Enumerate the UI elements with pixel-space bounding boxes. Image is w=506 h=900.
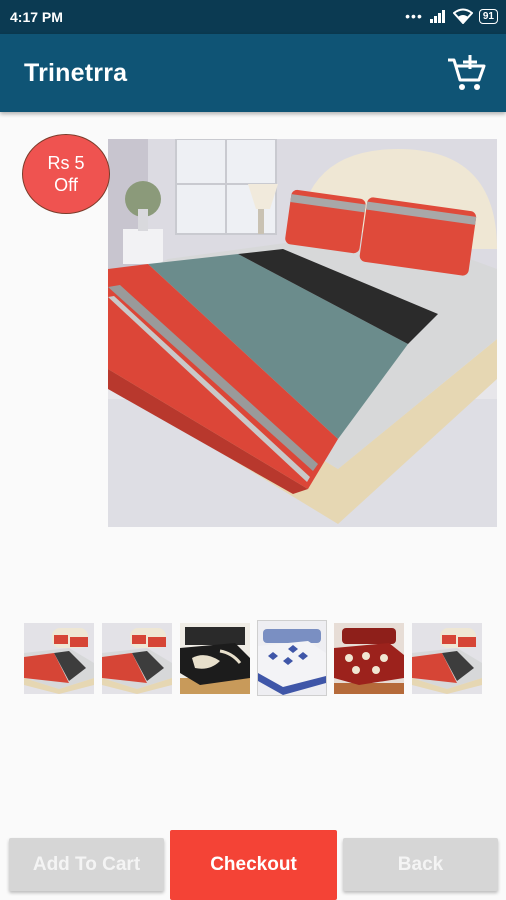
thumbnail-2[interactable] — [102, 623, 172, 694]
thumbnail-4[interactable] — [257, 620, 327, 696]
discount-badge: Rs 5 Off — [22, 134, 110, 214]
battery-level: 91 — [482, 10, 494, 22]
thumbnail-5[interactable] — [334, 623, 404, 694]
add-shopping-cart-icon[interactable] — [446, 54, 486, 92]
app-bar: Trinetrra — [0, 34, 506, 112]
add-to-cart-button[interactable]: Add To Cart — [9, 838, 164, 891]
discount-amount: Rs 5 — [47, 153, 85, 173]
product-main-image — [108, 139, 497, 527]
app-title: Trinetrra — [24, 59, 128, 87]
status-bar: 4:17 PM ••• 91 — [0, 0, 506, 34]
thumbnail-strip — [24, 620, 484, 696]
signal-icon — [429, 10, 445, 23]
more-dots-icon: ••• — [405, 8, 423, 24]
back-button[interactable]: Back — [343, 838, 498, 891]
checkout-button[interactable]: Checkout — [170, 830, 337, 900]
discount-off-label: Off — [54, 175, 78, 195]
thumbnail-1[interactable] — [24, 623, 94, 694]
thumbnail-3[interactable] — [180, 623, 250, 694]
thumbnail-6[interactable] — [412, 623, 482, 694]
status-icons: ••• 91 — [405, 8, 498, 24]
battery-icon: 91 — [478, 8, 498, 24]
status-time: 4:17 PM — [10, 9, 63, 25]
wifi-icon — [452, 8, 473, 24]
